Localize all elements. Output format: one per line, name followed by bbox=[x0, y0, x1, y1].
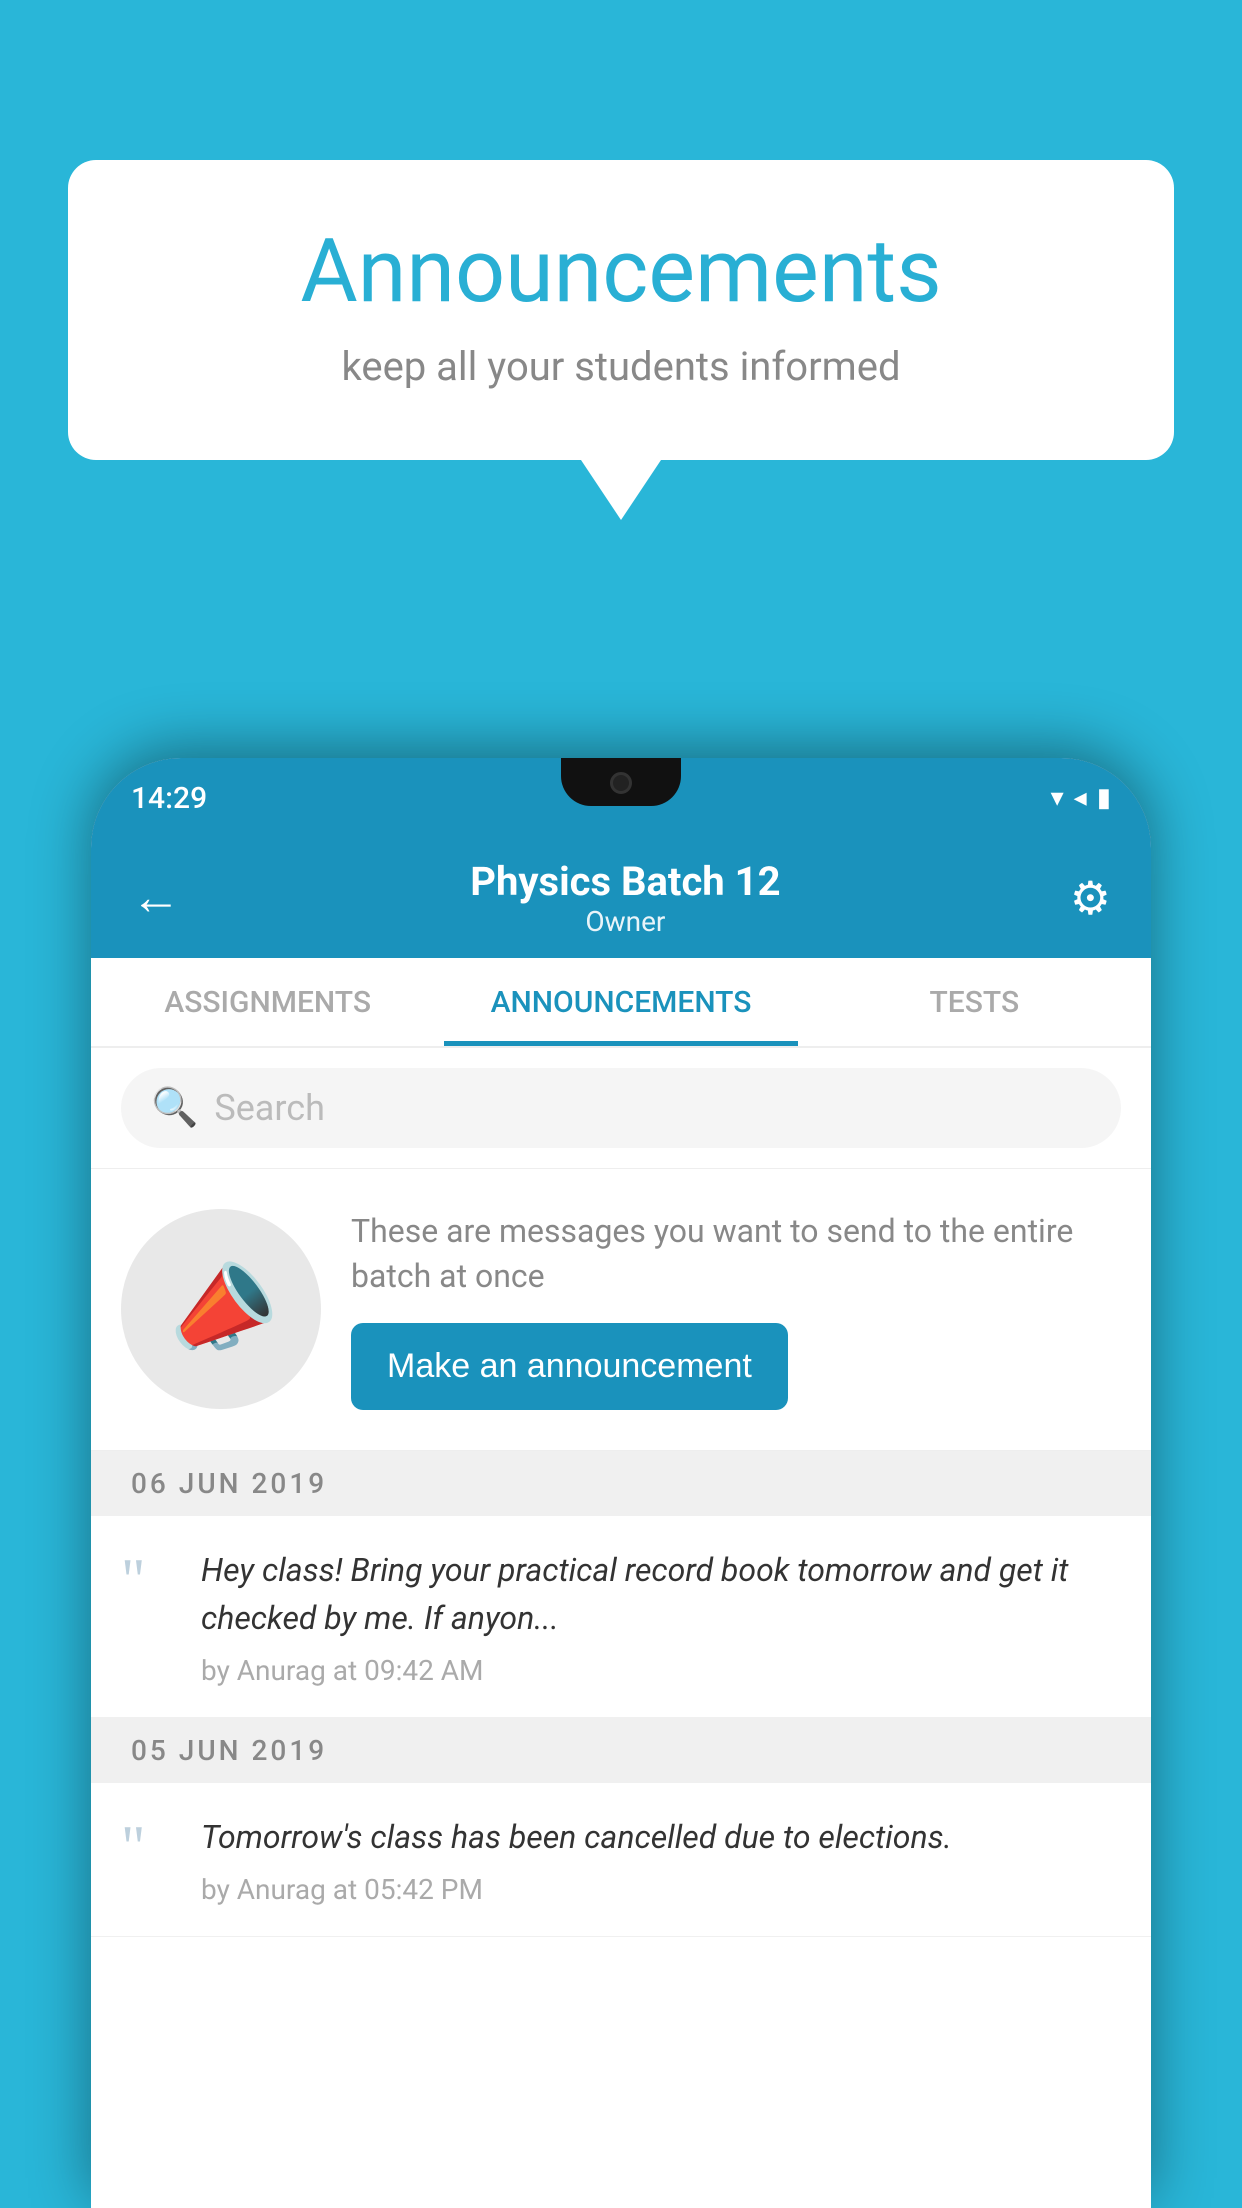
announcement-meta-1: by Anurag at 09:42 AM bbox=[201, 1654, 1121, 1687]
quote-icon-2: " bbox=[121, 1817, 181, 1877]
status-icons: ▾ ◂ ▮ bbox=[1051, 783, 1111, 813]
search-bar[interactable]: 🔍 Search bbox=[121, 1068, 1121, 1148]
date-separator-1: 06 JUN 2019 bbox=[91, 1451, 1151, 1516]
status-bar: 14:29 ▾ ◂ ▮ bbox=[91, 758, 1151, 838]
announcement-text-1: Hey class! Bring your practical record b… bbox=[201, 1546, 1121, 1642]
announcement-text-2: Tomorrow's class has been cancelled due … bbox=[201, 1813, 1121, 1861]
announcement-prompt-right: These are messages you want to send to t… bbox=[351, 1209, 1121, 1410]
announcement-prompt: 📣 These are messages you want to send to… bbox=[91, 1169, 1151, 1451]
search-bar-container: 🔍 Search bbox=[91, 1048, 1151, 1169]
wifi-icon: ▾ bbox=[1051, 783, 1064, 813]
speech-bubble: Announcements keep all your students inf… bbox=[68, 160, 1174, 460]
speech-bubble-tail bbox=[581, 460, 661, 520]
date-separator-2: 05 JUN 2019 bbox=[91, 1718, 1151, 1783]
announcement-text-group-2: Tomorrow's class has been cancelled due … bbox=[201, 1813, 1121, 1906]
app-bar-title: Physics Batch 12 bbox=[181, 858, 1070, 905]
announcement-meta-2: by Anurag at 05:42 PM bbox=[201, 1873, 1121, 1906]
quote-icon-1: " bbox=[121, 1550, 181, 1610]
speech-bubble-title: Announcements bbox=[148, 220, 1094, 323]
announcement-text-group-1: Hey class! Bring your practical record b… bbox=[201, 1546, 1121, 1687]
announcement-icon-circle: 📣 bbox=[121, 1209, 321, 1409]
status-time: 14:29 bbox=[131, 781, 207, 816]
megaphone-icon: 📣 bbox=[153, 1244, 288, 1374]
search-icon: 🔍 bbox=[151, 1086, 198, 1130]
tab-announcements[interactable]: ANNOUNCEMENTS bbox=[444, 958, 797, 1046]
back-button[interactable]: ← bbox=[131, 873, 181, 923]
announcement-item-2: " Tomorrow's class has been cancelled du… bbox=[91, 1783, 1151, 1937]
speech-bubble-container: Announcements keep all your students inf… bbox=[68, 160, 1174, 520]
notch-camera bbox=[610, 772, 632, 794]
tab-tests[interactable]: TESTS bbox=[798, 958, 1151, 1046]
app-bar-subtitle: Owner bbox=[181, 905, 1070, 938]
phone-notch bbox=[561, 758, 681, 806]
phone-frame: 14:29 ▾ ◂ ▮ ← Physics Batch 12 Owner ⚙ A… bbox=[91, 758, 1151, 2208]
settings-icon[interactable]: ⚙ bbox=[1070, 871, 1111, 926]
search-input[interactable]: Search bbox=[214, 1087, 325, 1129]
make-announcement-button[interactable]: Make an announcement bbox=[351, 1323, 788, 1410]
app-bar-title-group: Physics Batch 12 Owner bbox=[181, 858, 1070, 938]
battery-icon: ▮ bbox=[1097, 783, 1111, 813]
app-bar: ← Physics Batch 12 Owner ⚙ bbox=[91, 838, 1151, 958]
speech-bubble-subtitle: keep all your students informed bbox=[148, 343, 1094, 390]
tabs-bar: ASSIGNMENTS ANNOUNCEMENTS TESTS bbox=[91, 958, 1151, 1048]
signal-icon: ◂ bbox=[1074, 783, 1087, 813]
announcement-prompt-text: These are messages you want to send to t… bbox=[351, 1209, 1121, 1299]
announcement-item-1: " Hey class! Bring your practical record… bbox=[91, 1516, 1151, 1718]
tab-assignments[interactable]: ASSIGNMENTS bbox=[91, 958, 444, 1046]
